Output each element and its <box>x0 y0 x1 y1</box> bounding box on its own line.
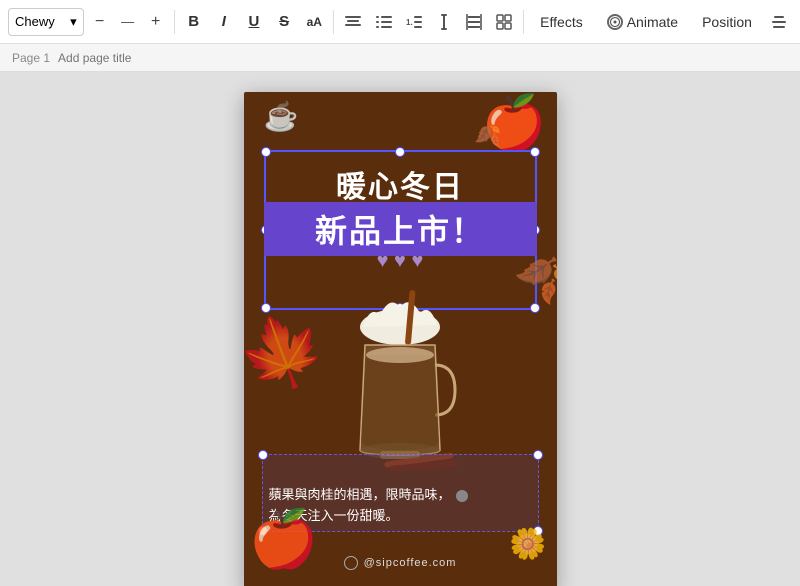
italic-button[interactable]: I <box>211 8 237 36</box>
handle-top-left[interactable] <box>261 147 271 157</box>
case-button[interactable]: aA <box>301 8 327 36</box>
bottom-handle-tr[interactable] <box>533 450 543 460</box>
svg-text:1.: 1. <box>406 18 413 27</box>
page-bar: Page 1 <box>0 44 800 72</box>
poster-heading-2: 新品上市！ <box>315 213 485 249</box>
poster-website: @sipcoffee.com <box>244 556 557 570</box>
body-text-line1: 蘋果與肉桂的相遇，限時品味， <box>269 487 451 502</box>
divider-1 <box>174 10 175 34</box>
website-icon <box>344 556 358 570</box>
font-name-label: Chewy <box>15 14 55 29</box>
bottom-handle-tl[interactable] <box>258 450 268 460</box>
position-button[interactable]: Position <box>692 10 762 34</box>
coffee-cup-decoration: ☕ <box>264 100 299 133</box>
handle-bottom-right[interactable] <box>530 303 540 313</box>
underline-button[interactable]: U <box>241 8 267 36</box>
toolbar: Chewy ▾ − — + B I U S aA 1. <box>0 0 800 44</box>
strikethrough-button[interactable]: S <box>271 8 297 36</box>
leaf-top-right-decoration: 🍂 <box>474 122 501 148</box>
font-size-value: — <box>114 14 142 29</box>
numbered-list-button[interactable]: 1. <box>401 8 427 36</box>
list-button[interactable] <box>370 8 396 36</box>
font-size-controls: − — + <box>88 10 168 34</box>
website-text: @sipcoffee.com <box>364 557 457 569</box>
edit-dot-icon <box>456 490 468 502</box>
align-button[interactable] <box>340 8 366 36</box>
bold-button[interactable]: B <box>181 8 207 36</box>
more-options-button[interactable] <box>766 8 792 36</box>
font-size-decrease-button[interactable]: − <box>88 10 112 34</box>
font-name-chevron-icon: ▾ <box>70 14 77 30</box>
page-title-input[interactable] <box>58 51 788 65</box>
more-options-icon <box>772 16 786 28</box>
divider-3 <box>523 10 524 34</box>
animate-button[interactable]: Animate <box>597 10 688 34</box>
handle-top-middle[interactable] <box>395 147 405 157</box>
animate-icon <box>607 14 623 30</box>
poster: ☕ 🍎 🍂 暖心冬日 新品上市！ ♥ ♥ ♥ 🍁 🍂 <box>244 92 557 586</box>
handle-bottom-left[interactable] <box>261 303 271 313</box>
poster-heading-2-wrapper[interactable]: 新品上市！ <box>264 202 537 256</box>
line-height-button[interactable] <box>431 8 457 36</box>
spacing-button[interactable] <box>461 8 487 36</box>
canvas-area: ☕ 🍎 🍂 暖心冬日 新品上市！ ♥ ♥ ♥ 🍁 🍂 <box>0 72 800 586</box>
leaf-left-decoration: 🍁 <box>244 300 338 407</box>
poster-heading-1[interactable]: 暖心冬日 <box>244 162 557 206</box>
font-size-increase-button[interactable]: + <box>144 10 168 34</box>
animate-label: Animate <box>627 14 678 30</box>
grid-button[interactable] <box>491 8 517 36</box>
effects-button[interactable]: Effects <box>530 10 593 34</box>
divider-2 <box>333 10 334 34</box>
page-indicator: Page 1 <box>12 51 50 65</box>
font-name-selector[interactable]: Chewy ▾ <box>8 8 84 36</box>
hearts-decoration: ♥ ♥ ♥ <box>244 250 557 273</box>
